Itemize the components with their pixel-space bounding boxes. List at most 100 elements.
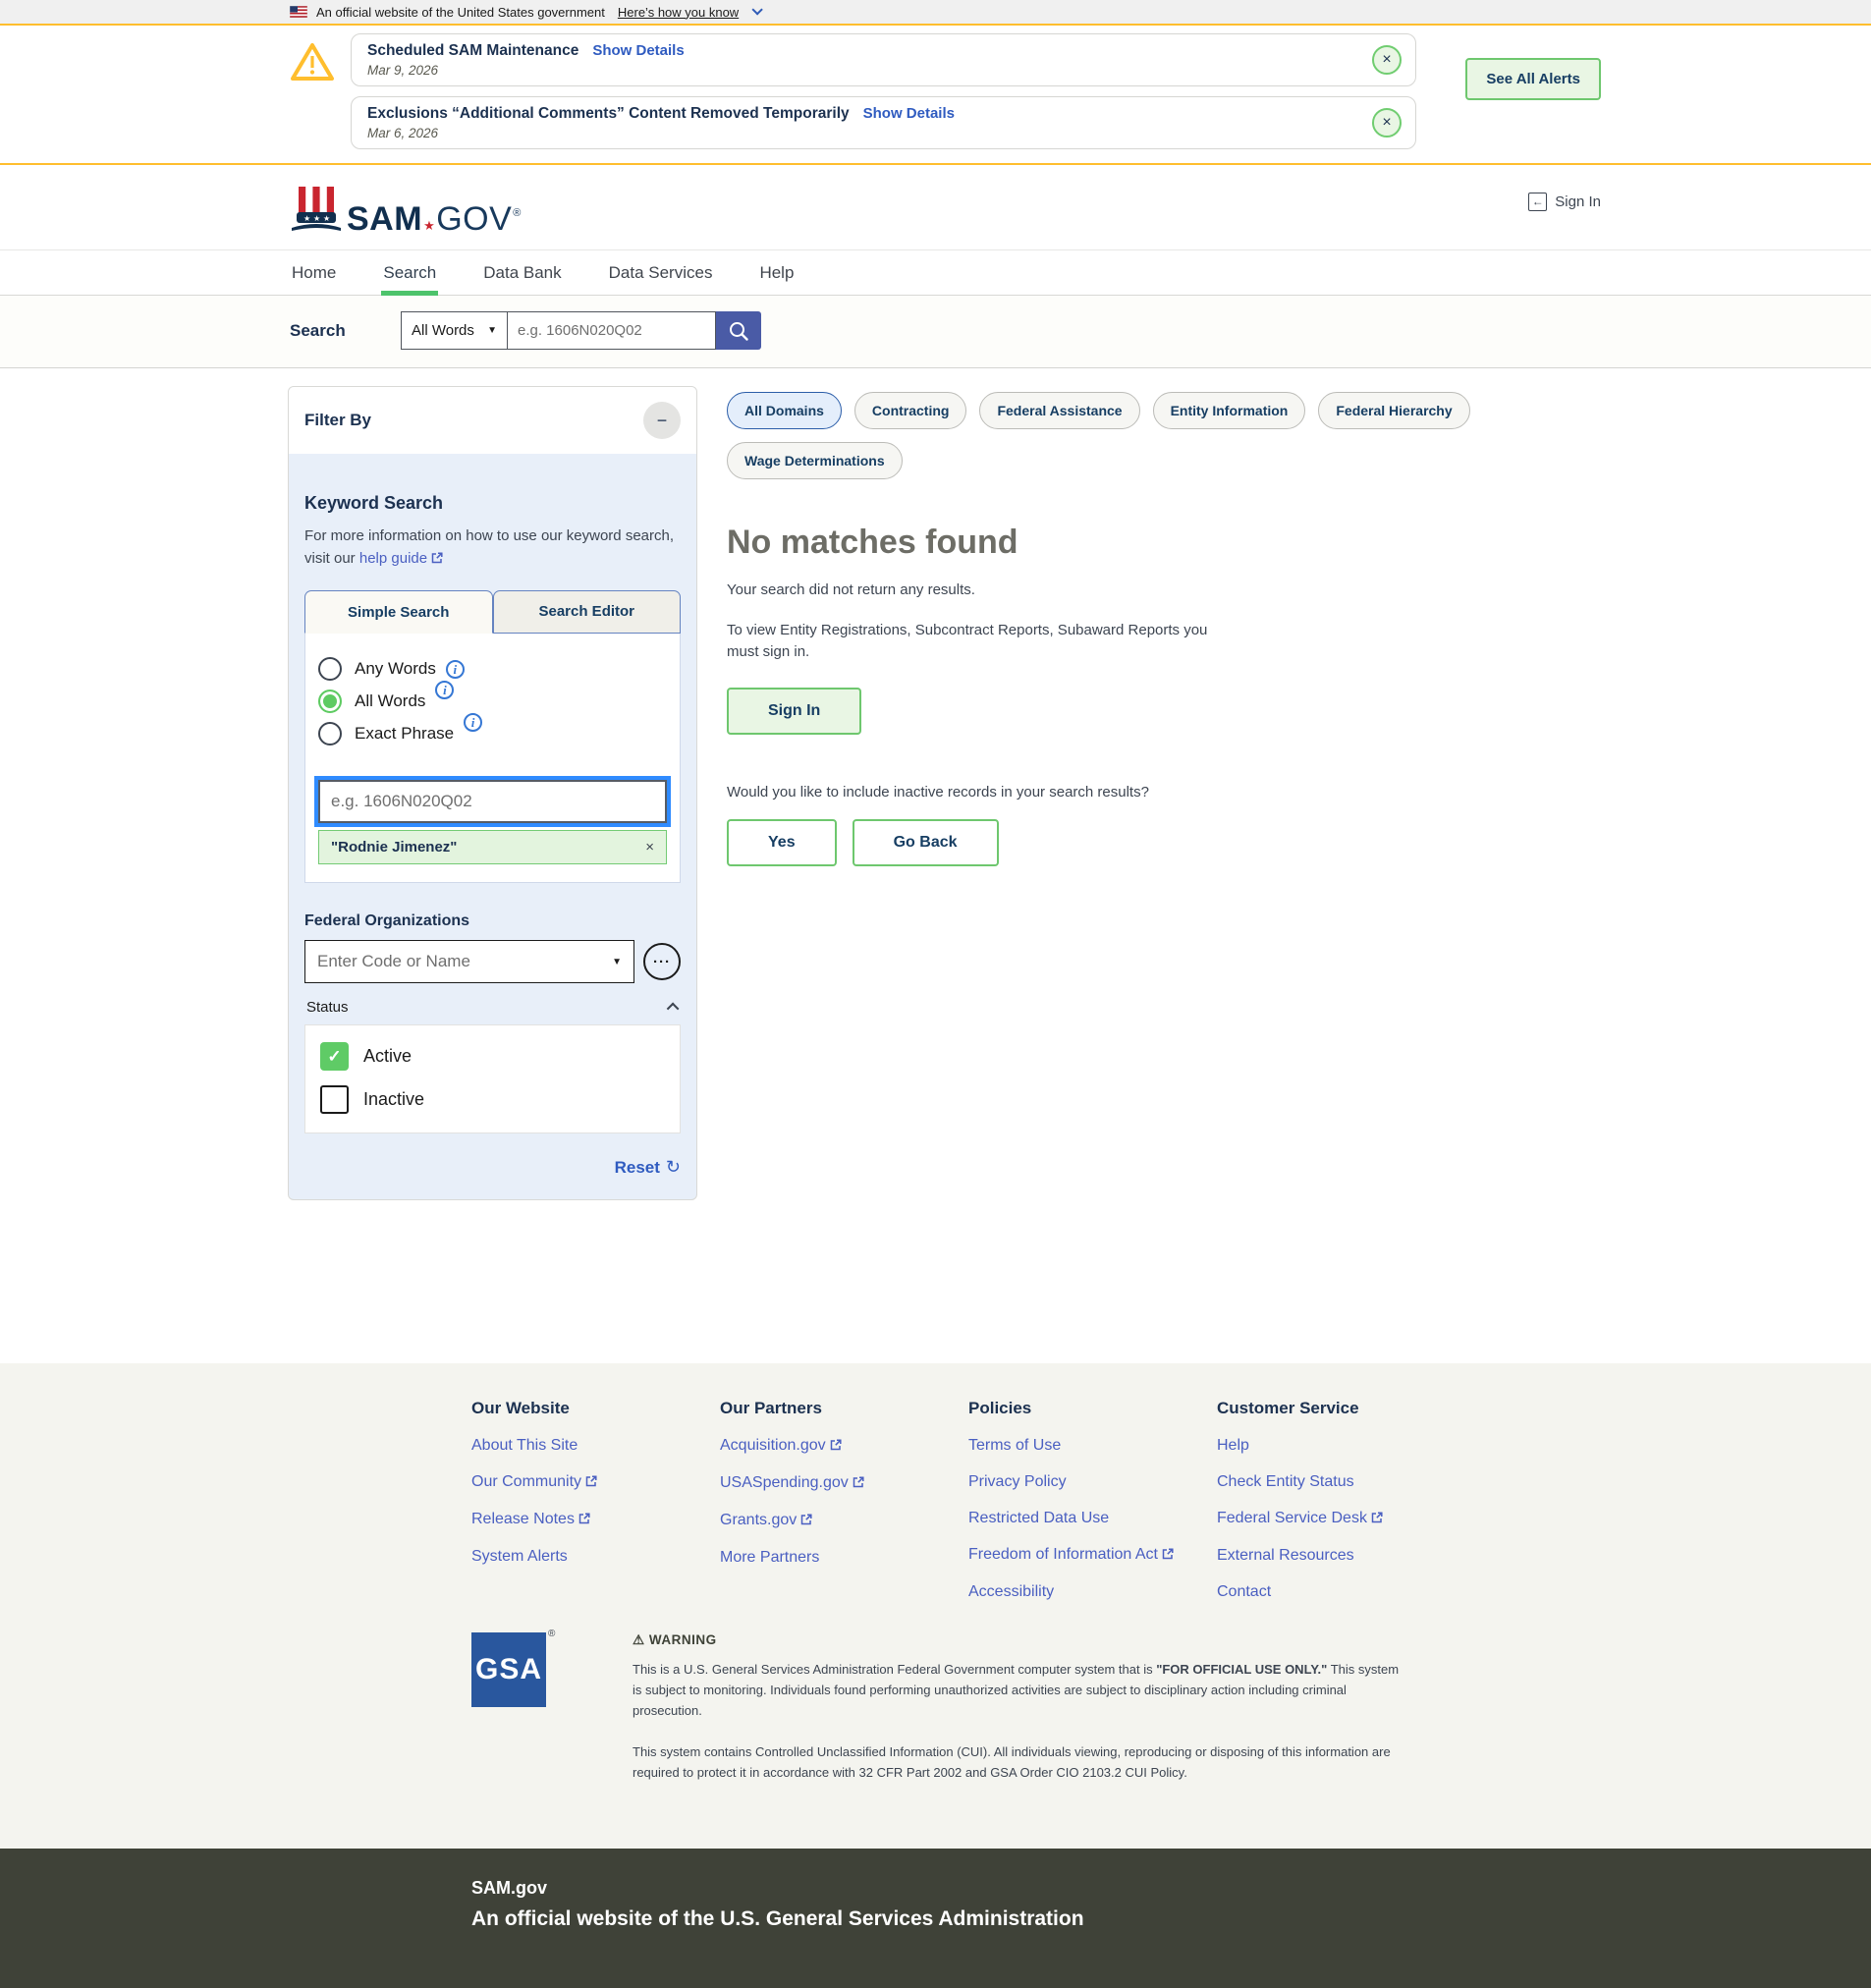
tab-simple-search[interactable]: Simple Search	[304, 590, 493, 634]
checkbox-active-checked[interactable]: ✓	[320, 1042, 349, 1071]
alerts-section: Scheduled SAM Maintenance Show Details M…	[0, 26, 1871, 165]
footer-link-grants-gov[interactable]: Grants.gov	[720, 1512, 968, 1530]
alert-close-button[interactable]: ×	[1372, 108, 1402, 138]
footer-link-acquisition-gov[interactable]: Acquisition.gov	[720, 1437, 968, 1456]
tab-search-editor[interactable]: Search Editor	[493, 590, 682, 634]
checkbox-inactive-unchecked[interactable]	[320, 1085, 349, 1114]
nav-item-help[interactable]: Help	[757, 250, 796, 295]
domain-pill-federal-hierarchy[interactable]: Federal Hierarchy	[1318, 392, 1469, 429]
filter-by-title: Filter By	[304, 411, 371, 430]
nav-item-data-services[interactable]: Data Services	[607, 250, 715, 295]
main-content: Filter By − Keyword Search For more info…	[0, 368, 1871, 1363]
see-all-alerts-button[interactable]: See All Alerts	[1465, 58, 1601, 100]
gsa-registered-mark: ®	[548, 1629, 555, 1639]
nav-item-home[interactable]: Home	[290, 250, 338, 295]
info-icon[interactable]: i	[435, 681, 454, 699]
yes-button[interactable]: Yes	[727, 819, 837, 866]
svg-text:★: ★	[303, 214, 310, 223]
alert-close-button[interactable]: ×	[1372, 45, 1402, 75]
heres-how-link[interactable]: Here’s how you know	[618, 5, 739, 20]
warning-paragraph-1: This is a U.S. General Services Administ…	[633, 1660, 1408, 1721]
footer-link-federal-service-desk[interactable]: Federal Service Desk	[1217, 1510, 1465, 1528]
footer-link-release-notes[interactable]: Release Notes	[471, 1511, 720, 1529]
footer-link-accessibility[interactable]: Accessibility	[968, 1583, 1217, 1601]
footer-link-label: USASpending.gov	[720, 1474, 849, 1491]
nav-item-search[interactable]: Search	[381, 250, 438, 295]
logo-star-icon: ★	[423, 219, 435, 232]
footer-link-system-alerts[interactable]: System Alerts	[471, 1548, 720, 1566]
domain-pill-federal-assistance[interactable]: Federal Assistance	[979, 392, 1139, 429]
close-icon: ×	[1382, 51, 1391, 68]
filter-panel: Filter By − Keyword Search For more info…	[288, 386, 697, 1200]
collapse-filters-button[interactable]: −	[643, 402, 681, 439]
footer-link-label: Freedom of Information Act	[968, 1546, 1158, 1563]
global-search-input[interactable]	[507, 311, 716, 350]
keyword-search-input[interactable]	[318, 780, 667, 823]
footer-column-heading: Customer Service	[1217, 1399, 1465, 1418]
federal-organizations-heading: Federal Organizations	[304, 912, 681, 930]
warning-text: This is a U.S. General Services Administ…	[633, 1662, 1156, 1677]
warning-paragraph-2: This system contains Controlled Unclassi…	[633, 1742, 1408, 1784]
footer-column-our-website: Our Website About This Site Our Communit…	[471, 1399, 720, 1601]
footer-link-privacy-policy[interactable]: Privacy Policy	[968, 1473, 1217, 1491]
domain-pill-contracting[interactable]: Contracting	[854, 392, 967, 429]
footer-column-heading: Policies	[968, 1399, 1217, 1418]
sam-gov-logo[interactable]: ★ ★ ★ SAM★GOV®	[290, 185, 1871, 236]
search-mode-value: All Words	[412, 322, 474, 339]
reset-filters-link[interactable]: Reset↻	[615, 1158, 681, 1177]
footer-link-terms-of-use[interactable]: Terms of Use	[968, 1437, 1217, 1455]
status-active-option[interactable]: ✓ Active	[320, 1042, 665, 1071]
caret-down-icon: ▼	[487, 325, 497, 336]
more-options-button[interactable]: ···	[643, 943, 681, 980]
search-bar-row: Search All Words ▼	[0, 296, 1871, 368]
ellipsis-icon: ···	[653, 954, 671, 970]
info-icon[interactable]: i	[446, 660, 465, 679]
footer-link-external-resources[interactable]: External Resources	[1217, 1547, 1465, 1565]
search-submit-button[interactable]	[716, 311, 761, 350]
warning-triangle-icon	[290, 41, 335, 83]
radio-any-words[interactable]	[318, 657, 342, 681]
warning-bold-text: "FOR OFFICIAL USE ONLY."	[1156, 1662, 1327, 1677]
footer-link-label: Acquisition.gov	[720, 1437, 826, 1454]
include-inactive-question: Would you like to include inactive recor…	[727, 782, 1576, 804]
footer-column-customer-service: Customer Service Help Check Entity Statu…	[1217, 1399, 1465, 1601]
show-details-link[interactable]: Show Details	[592, 42, 684, 59]
chip-remove-icon[interactable]: ×	[645, 839, 654, 856]
header-sign-in-link[interactable]: ← Sign In	[1528, 193, 1601, 211]
footer-link-foia[interactable]: Freedom of Information Act	[968, 1546, 1217, 1565]
nav-item-data-bank[interactable]: Data Bank	[481, 250, 563, 295]
search-mode-select[interactable]: All Words ▼	[401, 311, 507, 350]
status-inactive-option[interactable]: Inactive	[320, 1085, 665, 1114]
sign-in-button[interactable]: Sign In	[727, 688, 861, 735]
footer-link-restricted-data-use[interactable]: Restricted Data Use	[968, 1510, 1217, 1527]
help-guide-link[interactable]: help guide	[359, 550, 427, 567]
chevron-up-icon[interactable]	[667, 1003, 680, 1016]
footer-column-our-partners: Our Partners Acquisition.gov USASpending…	[720, 1399, 968, 1601]
alert-item: Exclusions “Additional Comments” Content…	[351, 96, 1416, 149]
footer-link-help[interactable]: Help	[1217, 1437, 1465, 1455]
footer-link-columns: Our Website About This Site Our Communit…	[0, 1363, 1871, 1611]
alert-date: Mar 6, 2026	[367, 126, 1356, 140]
go-back-button[interactable]: Go Back	[853, 819, 999, 866]
external-link-icon	[830, 1438, 842, 1456]
domain-pill-entity-information[interactable]: Entity Information	[1153, 392, 1306, 429]
radio-all-words[interactable]	[318, 690, 342, 713]
footer-link-contact[interactable]: Contact	[1217, 1583, 1465, 1601]
footer-link-our-community[interactable]: Our Community	[471, 1473, 720, 1492]
show-details-link[interactable]: Show Details	[863, 105, 955, 122]
footer-link-about-this-site[interactable]: About This Site	[471, 1437, 720, 1455]
domain-pill-wage-determinations[interactable]: Wage Determinations	[727, 442, 903, 479]
federal-org-combobox[interactable]: Enter Code or Name ▼	[304, 940, 634, 983]
footer-column-policies: Policies Terms of Use Privacy Policy Res…	[968, 1399, 1217, 1601]
domain-pill-all-domains[interactable]: All Domains	[727, 392, 842, 429]
footer-link-check-entity-status[interactable]: Check Entity Status	[1217, 1473, 1465, 1491]
alert-title: Scheduled SAM Maintenance	[367, 42, 578, 60]
external-link-icon	[1371, 1511, 1383, 1528]
close-icon: ×	[1382, 114, 1391, 131]
footer-link-more-partners[interactable]: More Partners	[720, 1549, 968, 1567]
info-icon[interactable]: i	[464, 713, 482, 732]
radio-exact-phrase[interactable]	[318, 722, 342, 746]
footer-link-label: Federal Service Desk	[1217, 1510, 1367, 1526]
identifier-footer: SAM.gov An official website of the U.S. …	[0, 1849, 1871, 1988]
footer-link-usaspending-gov[interactable]: USASpending.gov	[720, 1474, 968, 1493]
